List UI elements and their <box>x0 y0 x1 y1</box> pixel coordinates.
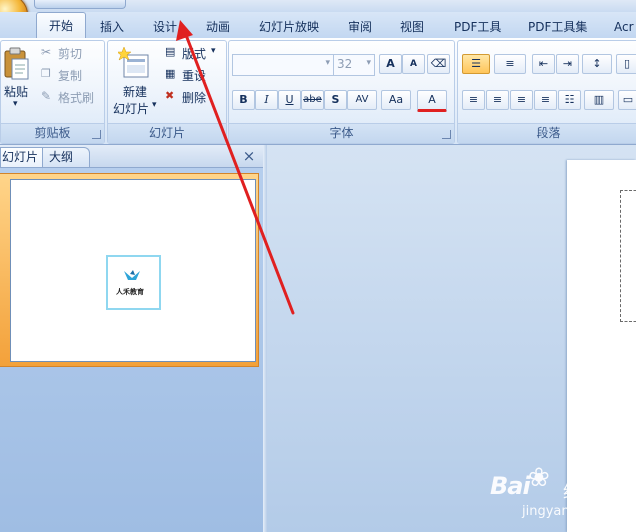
new-slide-label-line1[interactable]: 新建 <box>123 83 147 100</box>
font-size-combobox[interactable]: 32 ▾ <box>333 54 375 76</box>
tab-pdf-toolset[interactable]: PDF工具集 <box>528 17 587 37</box>
ribbon-tab-bar: 插入 设计 动画 幻灯片放映 审阅 视图 PDF工具 PDF工具集 Acr <box>0 12 636 39</box>
new-slide-dropdown-icon[interactable]: ▾ <box>152 100 157 110</box>
font-name-combobox[interactable]: ▾ <box>232 54 334 76</box>
layout-dropdown-icon[interactable]: ▾ <box>211 46 216 56</box>
cut-button[interactable]: 剪切 <box>58 45 82 62</box>
tab-slides[interactable]: 幻灯片 <box>0 147 43 167</box>
text-shadow-button[interactable]: S <box>324 90 347 110</box>
content-placeholder[interactable] <box>620 190 636 322</box>
tab-home[interactable]: 开始 <box>36 12 86 40</box>
font-color-button[interactable]: A <box>417 90 447 112</box>
new-slide-button[interactable] <box>116 45 150 81</box>
tab-pdf-tools[interactable]: PDF工具 <box>454 17 501 37</box>
quick-access-toolbar[interactable] <box>34 0 126 9</box>
numbering-button[interactable]: ≡ <box>494 54 526 74</box>
close-pane-icon[interactable]: × <box>241 148 257 164</box>
delete-button[interactable]: 删除 <box>182 89 206 106</box>
font-size-value: 32 <box>337 57 353 71</box>
paragraph-group: ☰ ≡ ⇤ ⇥ ↕ ▯ ≡ ≡ ≡ ≡ ☷ ▥ ▭ 段落 <box>457 40 636 144</box>
tab-review[interactable]: 审阅 <box>348 17 372 37</box>
character-spacing-button[interactable]: AV <box>347 90 377 110</box>
tab-animation[interactable]: 动画 <box>206 17 230 37</box>
slides-group-label: 幻灯片 <box>108 123 226 143</box>
paste-dropdown-icon[interactable]: ▾ <box>13 99 18 109</box>
font-size-dropdown-icon[interactable]: ▾ <box>366 58 371 68</box>
delete-icon: ✖ <box>165 89 175 102</box>
paw-logo-icon: ❀ <box>528 463 550 493</box>
columns-button[interactable]: ▥ <box>584 90 614 110</box>
font-name-dropdown-icon[interactable]: ▾ <box>325 58 330 68</box>
align-left-button[interactable]: ≡ <box>462 90 485 110</box>
tab-view[interactable]: 视图 <box>400 17 424 37</box>
reset-icon: ▦ <box>165 67 176 80</box>
reset-button[interactable]: 重设 <box>182 67 206 84</box>
font-group: ▾ 32 ▾ A A ⌫ B I U abe S AV Aa A 字体 <box>228 40 455 144</box>
align-text-button[interactable]: ▭ <box>618 90 636 110</box>
decrease-indent-button[interactable]: ⇤ <box>532 54 555 74</box>
increase-indent-button[interactable]: ⇥ <box>556 54 579 74</box>
change-case-button[interactable]: Aa <box>381 90 411 110</box>
grow-font-button[interactable]: A <box>379 54 402 74</box>
layout-button[interactable]: 版式 <box>182 45 206 62</box>
clipboard-group: 粘贴 ▾ ✂ 剪切 ❐ 复制 ✎ 格式刷 剪贴板 <box>0 40 105 144</box>
tab-acrobat[interactable]: Acr <box>614 17 634 37</box>
tab-outline[interactable]: 大纲 <box>42 147 90 167</box>
justify-button[interactable]: ≡ <box>534 90 557 110</box>
copy-icon: ❐ <box>41 67 51 80</box>
tab-slideshow[interactable]: 幻灯片放映 <box>259 17 319 37</box>
text-direction-button[interactable]: ▯ <box>616 54 636 74</box>
copy-button[interactable]: 复制 <box>58 67 82 84</box>
bullets-button[interactable]: ☰ <box>462 54 490 74</box>
clipboard-dialog-launcher[interactable] <box>92 130 101 139</box>
font-group-label: 字体 <box>229 123 454 143</box>
paragraph-group-label: 段落 <box>458 123 636 143</box>
bird-logo-icon <box>124 270 140 280</box>
format-painter-icon: ✎ <box>41 89 52 103</box>
paste-button[interactable] <box>2 47 30 81</box>
distributed-button[interactable]: ☷ <box>558 90 581 110</box>
align-center-button[interactable]: ≡ <box>486 90 509 110</box>
scissors-icon: ✂ <box>41 45 52 59</box>
paste-label[interactable]: 粘贴 <box>4 83 28 100</box>
clipboard-group-label: 剪贴板 <box>1 123 104 143</box>
bold-button[interactable]: B <box>232 90 255 110</box>
watermark-brand: Bai <box>490 472 531 500</box>
format-painter-button[interactable]: 格式刷 <box>58 89 94 106</box>
font-dialog-launcher[interactable] <box>442 130 451 139</box>
shrink-font-button[interactable]: A <box>402 54 425 74</box>
line-spacing-button[interactable]: ↕ <box>582 54 612 74</box>
watermark-text: 经验 <box>563 482 599 503</box>
logo-text: 人禾教育 <box>116 288 144 296</box>
italic-button[interactable]: I <box>255 90 278 110</box>
underline-button[interactable]: U <box>278 90 301 110</box>
strikethrough-button[interactable]: abe <box>301 90 324 110</box>
slides-group: 新建 幻灯片 ▾ ▤ 版式 ▾ ▦ 重设 ✖ 删除 幻灯片 <box>107 40 227 144</box>
new-slide-icon <box>116 46 149 78</box>
company-logo: 人禾教育 <box>106 255 161 310</box>
tab-design[interactable]: 设计 <box>153 17 177 37</box>
tab-insert[interactable]: 插入 <box>100 17 124 37</box>
watermark-url: jingyan.baidu.com <box>522 504 636 519</box>
new-slide-label-line2[interactable]: 幻灯片 <box>113 100 149 117</box>
clear-formatting-icon[interactable]: ⌫ <box>427 54 450 74</box>
layout-icon: ▤ <box>165 45 176 58</box>
clipboard-icon <box>4 47 29 80</box>
align-right-button[interactable]: ≡ <box>510 90 533 110</box>
